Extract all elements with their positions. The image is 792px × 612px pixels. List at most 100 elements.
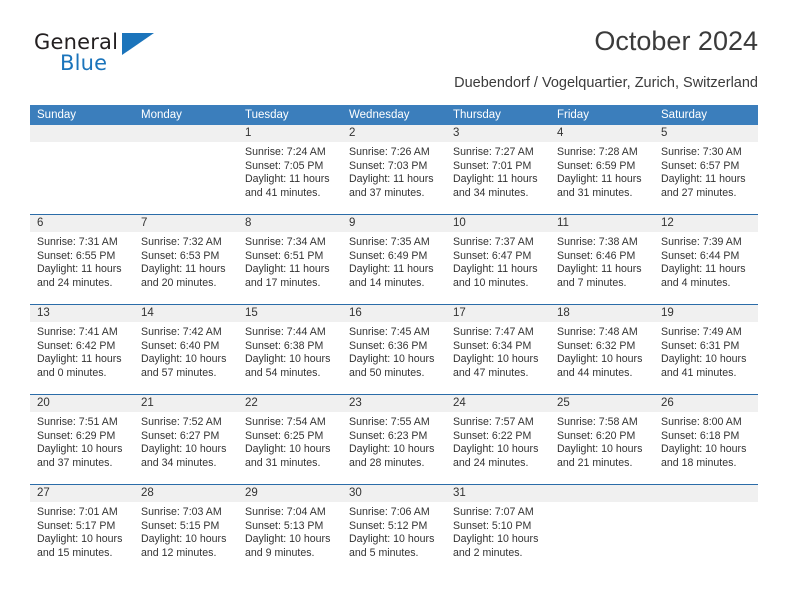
calendar-day-cell[interactable]: 29 Sunrise: 7:04 AM Sunset: 5:13 PM Dayligh… bbox=[238, 485, 342, 574]
sunset-text: Sunset: 6:32 PM bbox=[557, 339, 636, 352]
day-number: 28 bbox=[134, 485, 238, 502]
general-blue-logo[interactable]: General Blue bbox=[34, 30, 234, 86]
page-title: October 2024 bbox=[594, 26, 758, 56]
calendar-day-cell[interactable]: 31 Sunrise: 7:07 AM Sunset: 5:10 PM Dayligh… bbox=[446, 485, 550, 574]
daylight-text-cont: and 34 minutes. bbox=[141, 456, 217, 469]
sunrise-text: Sunrise: 7:03 AM bbox=[141, 506, 222, 518]
daylight-text-cont: and 4 minutes. bbox=[661, 276, 731, 289]
daylight-text-cont: and 14 minutes. bbox=[349, 276, 425, 289]
calendar-day-cell[interactable]: 27 Sunrise: 7:01 AM Sunset: 5:17 PM Dayligh… bbox=[30, 485, 134, 574]
calendar-day-cell-empty bbox=[550, 485, 654, 574]
sunset-text: Sunset: 6:31 PM bbox=[661, 339, 740, 352]
calendar-day-cell[interactable]: 6 Sunrise: 7:31 AM Sunset: 6:55 PM Daylight… bbox=[30, 215, 134, 304]
calendar-day-cell-empty bbox=[654, 485, 758, 574]
calendar-day-cell[interactable]: 22 Sunrise: 7:54 AM Sunset: 6:25 PM Dayligh… bbox=[238, 395, 342, 484]
day-number: 20 bbox=[30, 395, 134, 412]
sunrise-text: Sunrise: 7:35 AM bbox=[349, 236, 430, 248]
daylight-text-cont: and 9 minutes. bbox=[245, 546, 315, 559]
calendar-day-cell[interactable]: 10 Sunrise: 7:37 AM Sunset: 6:47 PM Dayligh… bbox=[446, 215, 550, 304]
daylight-text: Daylight: 11 hours bbox=[453, 263, 538, 276]
sunset-text: Sunset: 6:44 PM bbox=[661, 249, 740, 262]
calendar-day-cell[interactable]: 11 Sunrise: 7:38 AM Sunset: 6:46 PM Dayligh… bbox=[550, 215, 654, 304]
calendar-day-cell[interactable]: 13 Sunrise: 7:41 AM Sunset: 6:42 PM Dayligh… bbox=[30, 305, 134, 394]
weekday-header-saturday: Saturday bbox=[661, 109, 708, 121]
calendar-day-cell[interactable]: 2 Sunrise: 7:26 AM Sunset: 7:03 PM Daylight… bbox=[342, 125, 446, 214]
daylight-text: Daylight: 10 hours bbox=[245, 533, 331, 546]
calendar-day-cell[interactable]: 17 Sunrise: 7:47 AM Sunset: 6:34 PM Dayligh… bbox=[446, 305, 550, 394]
calendar-day-cell[interactable]: 30 Sunrise: 7:06 AM Sunset: 5:12 PM Dayligh… bbox=[342, 485, 446, 574]
calendar-day-cell[interactable]: 19 Sunrise: 7:49 AM Sunset: 6:31 PM Dayligh… bbox=[654, 305, 758, 394]
daylight-text: Daylight: 10 hours bbox=[141, 443, 227, 456]
day-details: Sunrise: 7:42 AM Sunset: 6:40 PM Daylight:… bbox=[134, 322, 238, 380]
calendar-day-cell[interactable]: 3 Sunrise: 7:27 AM Sunset: 7:01 PM Daylight… bbox=[446, 125, 550, 214]
sunrise-text: Sunrise: 7:42 AM bbox=[141, 326, 222, 338]
daylight-text-cont: and 10 minutes. bbox=[453, 276, 529, 289]
day-details: Sunrise: 7:39 AM Sunset: 6:44 PM Daylight:… bbox=[654, 232, 758, 290]
daylight-text-cont: and 31 minutes. bbox=[245, 456, 321, 469]
calendar-day-cell[interactable]: 23 Sunrise: 7:55 AM Sunset: 6:23 PM Dayligh… bbox=[342, 395, 446, 484]
day-number: 16 bbox=[342, 305, 446, 322]
daylight-text-cont: and 47 minutes. bbox=[453, 366, 529, 379]
weekday-header-row: Sunday Monday Tuesday Wednesday Thursday Frid… bbox=[30, 105, 758, 125]
daylight-text: Daylight: 11 hours bbox=[661, 263, 746, 276]
day-details: Sunrise: 7:32 AM Sunset: 6:53 PM Daylight:… bbox=[134, 232, 238, 290]
calendar-week-row: 6 Sunrise: 7:31 AM Sunset: 6:55 PM Daylight… bbox=[30, 214, 758, 304]
calendar-day-cell[interactable]: 5 Sunrise: 7:30 AM Sunset: 6:57 PM Daylight… bbox=[654, 125, 758, 214]
sunset-text: Sunset: 7:01 PM bbox=[453, 159, 532, 172]
calendar-day-cell[interactable]: 8 Sunrise: 7:34 AM Sunset: 6:51 PM Daylight… bbox=[238, 215, 342, 304]
calendar-day-cell[interactable]: 16 Sunrise: 7:45 AM Sunset: 6:36 PM Dayligh… bbox=[342, 305, 446, 394]
page-subtitle: Duebendorf / Vogelquartier, Zurich, Swit… bbox=[454, 75, 758, 91]
calendar-day-cell[interactable]: 24 Sunrise: 7:57 AM Sunset: 6:22 PM Dayligh… bbox=[446, 395, 550, 484]
daylight-text-cont: and 24 minutes. bbox=[453, 456, 529, 469]
sunset-text: Sunset: 6:51 PM bbox=[245, 249, 324, 262]
daylight-text: Daylight: 10 hours bbox=[557, 443, 643, 456]
sunset-text: Sunset: 7:03 PM bbox=[349, 159, 428, 172]
calendar-day-cell[interactable]: 1 Sunrise: 7:24 AM Sunset: 7:05 PM Daylight… bbox=[238, 125, 342, 214]
day-number: 27 bbox=[30, 485, 134, 502]
daylight-text: Daylight: 11 hours bbox=[245, 173, 330, 186]
calendar-day-cell[interactable]: 14 Sunrise: 7:42 AM Sunset: 6:40 PM Dayligh… bbox=[134, 305, 238, 394]
daylight-text: Daylight: 10 hours bbox=[245, 353, 331, 366]
daylight-text: Daylight: 11 hours bbox=[557, 263, 642, 276]
weekday-header-tuesday: Tuesday bbox=[245, 109, 289, 121]
daylight-text-cont: and 18 minutes. bbox=[661, 456, 737, 469]
sunset-text: Sunset: 6:40 PM bbox=[141, 339, 220, 352]
calendar-day-cell[interactable]: 18 Sunrise: 7:48 AM Sunset: 6:32 PM Dayligh… bbox=[550, 305, 654, 394]
day-details: Sunrise: 7:45 AM Sunset: 6:36 PM Daylight:… bbox=[342, 322, 446, 380]
calendar-day-cell[interactable]: 7 Sunrise: 7:32 AM Sunset: 6:53 PM Daylight… bbox=[134, 215, 238, 304]
calendar-day-cell[interactable]: 25 Sunrise: 7:58 AM Sunset: 6:20 PM Dayligh… bbox=[550, 395, 654, 484]
daylight-text-cont: and 7 minutes. bbox=[557, 276, 627, 289]
sunset-text: Sunset: 6:23 PM bbox=[349, 429, 428, 442]
daylight-text-cont: and 2 minutes. bbox=[453, 546, 523, 559]
calendar-day-cell[interactable]: 9 Sunrise: 7:35 AM Sunset: 6:49 PM Daylight… bbox=[342, 215, 446, 304]
sunrise-text: Sunrise: 7:28 AM bbox=[557, 146, 638, 158]
calendar-day-cell[interactable]: 4 Sunrise: 7:28 AM Sunset: 6:59 PM Daylight… bbox=[550, 125, 654, 214]
day-number: 29 bbox=[238, 485, 342, 502]
sunrise-text: Sunrise: 7:51 AM bbox=[37, 416, 118, 428]
calendar-day-cell[interactable]: 20 Sunrise: 7:51 AM Sunset: 6:29 PM Dayligh… bbox=[30, 395, 134, 484]
calendar-day-cell[interactable]: 26 Sunrise: 8:00 AM Sunset: 6:18 PM Dayligh… bbox=[654, 395, 758, 484]
sunrise-text: Sunrise: 7:34 AM bbox=[245, 236, 326, 248]
sunset-text: Sunset: 5:12 PM bbox=[349, 519, 428, 532]
day-number: 3 bbox=[446, 125, 550, 142]
daylight-text: Daylight: 10 hours bbox=[453, 353, 539, 366]
sunrise-text: Sunrise: 7:44 AM bbox=[245, 326, 326, 338]
daylight-text: Daylight: 10 hours bbox=[141, 353, 227, 366]
calendar-day-cell[interactable]: 15 Sunrise: 7:44 AM Sunset: 6:38 PM Dayligh… bbox=[238, 305, 342, 394]
daylight-text: Daylight: 10 hours bbox=[349, 443, 435, 456]
sunset-text: Sunset: 6:57 PM bbox=[661, 159, 740, 172]
daylight-text-cont: and 37 minutes. bbox=[37, 456, 113, 469]
calendar-day-cell[interactable]: 28 Sunrise: 7:03 AM Sunset: 5:15 PM Dayligh… bbox=[134, 485, 238, 574]
calendar-day-cell[interactable]: 21 Sunrise: 7:52 AM Sunset: 6:27 PM Dayligh… bbox=[134, 395, 238, 484]
day-number bbox=[550, 485, 654, 502]
day-number: 11 bbox=[550, 215, 654, 232]
sunrise-text: Sunrise: 7:47 AM bbox=[453, 326, 534, 338]
daylight-text: Daylight: 10 hours bbox=[661, 443, 747, 456]
day-number: 9 bbox=[342, 215, 446, 232]
day-number: 17 bbox=[446, 305, 550, 322]
sunrise-text: Sunrise: 7:49 AM bbox=[661, 326, 742, 338]
calendar-day-cell[interactable]: 12 Sunrise: 7:39 AM Sunset: 6:44 PM Dayligh… bbox=[654, 215, 758, 304]
sunrise-text: Sunrise: 7:57 AM bbox=[453, 416, 534, 428]
daylight-text: Daylight: 10 hours bbox=[349, 533, 435, 546]
calendar-day-cell-empty bbox=[134, 125, 238, 214]
